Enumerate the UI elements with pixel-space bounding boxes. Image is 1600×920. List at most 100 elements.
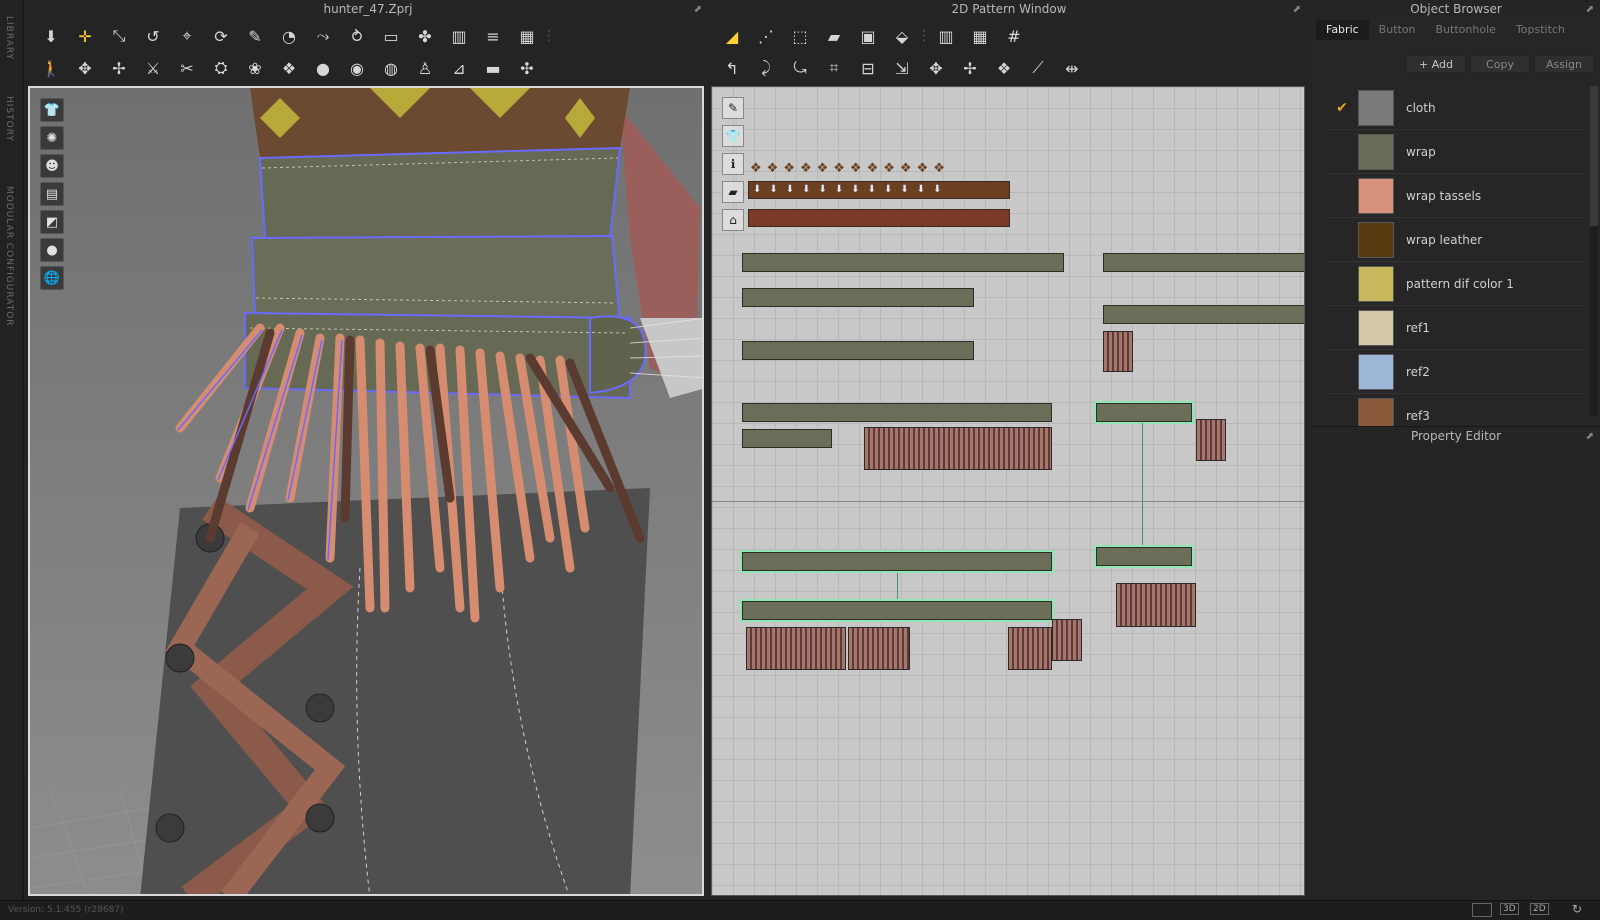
avatar-measure-icon[interactable]: ♙ [408,54,442,82]
pattern-piece[interactable] [1103,253,1304,272]
avatar-pose-icon[interactable]: ✤ [408,22,442,50]
stack-icon[interactable]: ≡ [476,22,510,50]
tab-topstitch[interactable]: Topstitch [1506,20,1575,40]
tape-icon[interactable]: ◔ [272,22,306,50]
fabric-list-item[interactable]: ✔ cloth [1326,86,1582,130]
elastic-icon[interactable]: ❀ [238,54,272,82]
avatar-skin-icon[interactable]: ● [40,238,64,262]
measure-icon[interactable]: ⇹ [1055,54,1089,82]
gizmo-icon[interactable]: ✣ [510,54,544,82]
graphic-icon[interactable]: ◉ [340,54,374,82]
split-view-icon[interactable] [1472,903,1492,917]
pattern-piece[interactable] [848,627,910,670]
view-2d-button[interactable]: 2D [1530,903,1549,915]
texture-mode-icon[interactable]: ◩ [40,210,64,234]
transform-icon[interactable]: ⤡ [102,22,136,50]
shirt-display-icon[interactable]: 👕 [722,125,744,147]
info-icon[interactable]: ℹ [722,153,744,175]
garment-fit-icon[interactable]: ▥ [442,22,476,50]
strengthen-icon[interactable]: ▭ [374,22,408,50]
select-move-icon[interactable]: ✛ [68,22,102,50]
viewport-3d[interactable]: 👕 ✺ ☻ ▤ ◩ ● 🌐 [28,86,704,896]
pen-icon[interactable]: ✎ [238,22,272,50]
rotate-icon[interactable]: ↺ [136,22,170,50]
topstitch-icon[interactable]: ⟋ [1021,54,1055,82]
tack-icon[interactable]: ⌗ [817,54,851,82]
texture-icon[interactable]: ◍ [374,54,408,82]
pattern-piece[interactable] [748,209,1010,227]
fold-pattern-icon[interactable]: ▥ [929,22,963,50]
viewport-2d-pattern[interactable]: ✎ 👕 ℹ ▰ ⌂ ❖❖❖❖❖❖❖❖❖❖❖❖ ⬇⬇⬇⬇⬇⬇⬇⬇⬇⬇⬇⬇ [711,86,1305,896]
edit-pin-icon[interactable]: ⟳ [204,22,238,50]
segment-sewing-icon[interactable]: ⤸ [749,54,783,82]
fabric-render-icon[interactable]: ▤ [40,182,64,206]
iron-icon[interactable]: ⊟ [851,54,885,82]
pattern-piece[interactable] [742,253,1064,272]
point-icon[interactable]: ● [306,54,340,82]
pattern-piece[interactable] [742,601,1052,620]
steam-icon[interactable]: ▬ [476,54,510,82]
pattern-piece[interactable] [1096,403,1192,422]
flatten-icon[interactable]: ⊿ [442,54,476,82]
seam-icon[interactable]: ↰ [715,54,749,82]
buttonhole-icon[interactable]: ✢ [102,54,136,82]
popout-icon[interactable]: ⬈ [1586,428,1594,446]
fold-arrange-icon[interactable]: ⥁ [340,22,374,50]
pattern-piece[interactable] [742,288,974,307]
fabric-list-item[interactable]: wrap tassels [1326,174,1582,218]
add-button[interactable]: + Add [1406,55,1466,73]
popout-icon[interactable]: ⬈ [1586,1,1594,19]
avatar-icon[interactable]: ☻ [40,154,64,178]
button-2d-icon[interactable]: ✥ [919,54,953,82]
pattern-piece[interactable] [746,627,846,670]
edit-point-icon[interactable]: ⋰ [749,22,783,50]
globe-icon[interactable]: 🌐 [40,266,64,290]
pattern-piece[interactable] [1103,331,1133,372]
tab-button[interactable]: Button [1369,20,1426,40]
pattern-piece[interactable] [1008,627,1052,670]
pattern-piece[interactable]: ⬇⬇⬇⬇⬇⬇⬇⬇⬇⬇⬇⬇ [748,181,1010,199]
arrangement-icon[interactable]: ⌂ [722,209,744,231]
fold-icon[interactable]: ⤳ [306,22,340,50]
pattern-piece[interactable] [1116,583,1196,627]
trim-2d-icon[interactable]: ❖ [987,54,1021,82]
edit-pattern-icon[interactable]: ◢ [715,22,749,50]
grid-pattern-icon[interactable]: ▦ [963,22,997,50]
fabric-list-item[interactable]: wrap [1326,130,1582,174]
pattern-piece[interactable] [742,429,832,448]
pleat-icon[interactable]: ⇲ [885,54,919,82]
fabric-list-item[interactable]: ref1 [1326,306,1582,350]
pattern-piece[interactable] [1196,419,1226,461]
buttonhole-2d-icon[interactable]: ✢ [953,54,987,82]
pin-icon[interactable]: ⌖ [170,22,204,50]
visibility-icon[interactable]: ✎ [722,97,744,119]
refresh-icon[interactable]: ↻ [1572,902,1582,916]
tab-fabric[interactable]: Fabric [1316,20,1369,40]
simulation-icon[interactable]: ✺ [40,126,64,150]
pattern-piece[interactable] [1096,547,1192,566]
fabric-list-item[interactable]: wrap leather [1326,218,1582,262]
move-down-icon[interactable]: ⬇ [34,22,68,50]
modular-configurator-tab[interactable]: MODULAR CONFIGURATOR [4,186,14,327]
internal-polygon-icon[interactable]: ⬙ [885,22,919,50]
pattern-piece[interactable] [1052,619,1082,661]
fabric-display-icon[interactable]: ▰ [722,181,744,203]
rectangle-icon[interactable]: ▣ [851,22,885,50]
walk-icon[interactable]: 🚶 [34,54,68,82]
brush-icon[interactable]: ⛭ [204,54,238,82]
curve-point-icon[interactable]: ⬚ [783,22,817,50]
pattern-piece[interactable] [742,403,1052,422]
button-icon[interactable]: ✥ [68,54,102,82]
history-tab[interactable]: HISTORY [4,96,14,142]
pattern-piece[interactable] [1103,305,1304,324]
pattern-piece[interactable] [742,552,1052,571]
trim-icon[interactable]: ❖ [272,54,306,82]
library-tab[interactable]: LIBRARY [4,16,14,60]
sewing-icon[interactable]: ▦ [510,22,544,50]
view-3d-button[interactable]: 3D [1500,903,1519,915]
copy-button[interactable]: Copy [1470,55,1530,73]
fabric-list-item[interactable]: ref2 [1326,350,1582,394]
scrollbar[interactable] [1590,86,1598,416]
polygon-icon[interactable]: ▰ [817,22,851,50]
fabric-list-item[interactable]: pattern dif color 1 [1326,262,1582,306]
